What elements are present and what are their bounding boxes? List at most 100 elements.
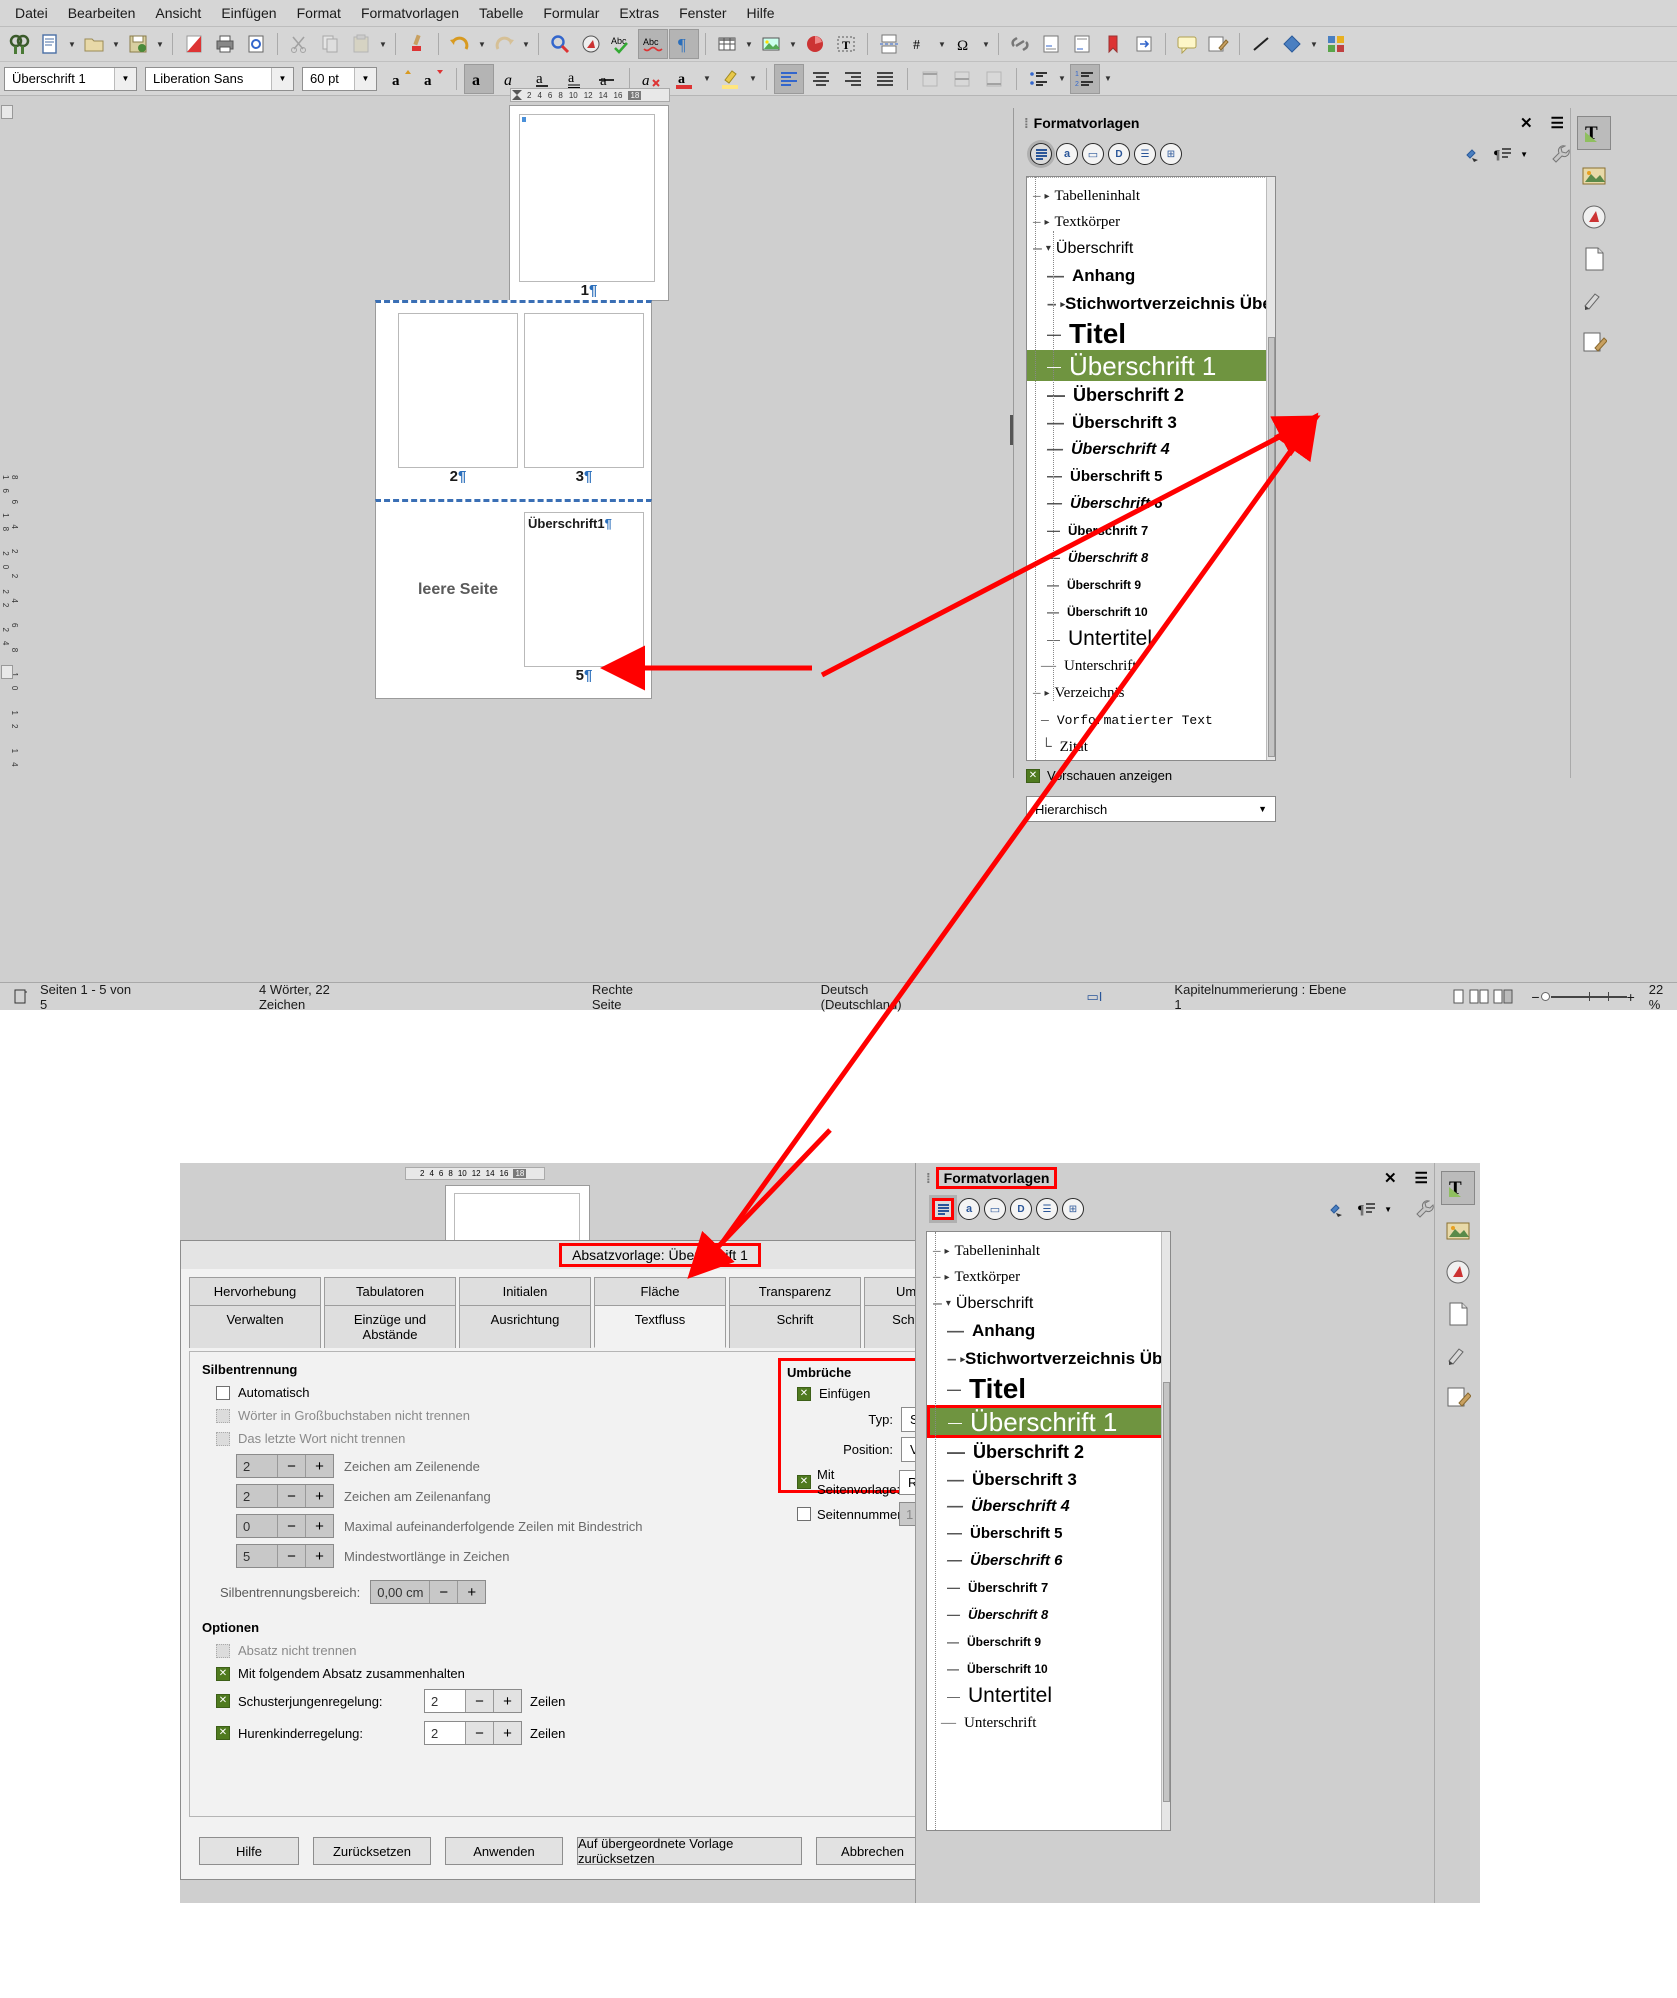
insert-footnote-icon[interactable]	[1036, 29, 1066, 59]
orphan-control-row[interactable]: ✕ Schusterjungenregelung: 2 − + Zeilen	[216, 1689, 762, 1713]
style-item-ueberschrift[interactable]: –▾Überschrift	[927, 1290, 1170, 1317]
show-previews-row[interactable]: ✕ Vorschauen anzeigen	[1026, 768, 1172, 783]
decrement-button[interactable]: −	[429, 1581, 457, 1603]
hyphenation-zone-row[interactable]: Silbentrennungsbereich: 0,00 cm − +	[220, 1580, 762, 1604]
increase-font-size-icon[interactable]: a	[387, 64, 417, 94]
style-item-tabelleninhalt[interactable]: –▸Tabelleninhalt	[1027, 183, 1275, 209]
insert-chart-icon[interactable]	[800, 29, 830, 59]
tab-tabulatoren[interactable]: Tabulatoren	[324, 1277, 456, 1305]
show-previews-checkbox[interactable]: ✕	[1026, 769, 1040, 783]
decrement-button[interactable]: −	[277, 1455, 305, 1477]
sidebar-menu-icon[interactable]: ☰	[1415, 1169, 1428, 1187]
align-center-icon[interactable]	[806, 64, 836, 94]
tab-initialen[interactable]: Initialen	[459, 1277, 591, 1305]
page-styles-icon[interactable]: D	[1108, 143, 1130, 165]
menu-fenster[interactable]: Fenster	[670, 2, 735, 24]
decrement-button[interactable]: −	[277, 1485, 305, 1507]
style-item-anhang[interactable]: —Anhang	[1027, 262, 1275, 290]
style-item-ueberschrift-5[interactable]: —Überschrift 5	[927, 1520, 1170, 1547]
wrench-icon[interactable]	[1414, 1198, 1436, 1220]
paste-dropdown[interactable]: ▼	[377, 29, 389, 59]
menu-einfuegen[interactable]: Einfügen	[212, 2, 285, 24]
basic-shapes-dropdown[interactable]: ▼	[1308, 29, 1320, 59]
paragraph-styles-icon[interactable]	[932, 1198, 954, 1220]
chars-line-end-row[interactable]: 2 − + Zeichen am Zeilenende	[236, 1454, 762, 1478]
print-icon[interactable]	[210, 29, 240, 59]
wrench-icon[interactable]	[1550, 143, 1572, 165]
save-icon[interactable]	[123, 29, 153, 59]
reset-to-parent-button[interactable]: Auf übergeordnete Vorlage zurücksetzen	[577, 1837, 802, 1865]
menu-formular[interactable]: Formular	[534, 2, 608, 24]
chars-line-end-spinner[interactable]: 2 − +	[236, 1454, 334, 1478]
font-size-combobox[interactable]: 60 pt ▼	[302, 67, 377, 91]
tab-transparenz[interactable]: Transparenz	[729, 1277, 861, 1305]
keep-with-next-row[interactable]: ✕ Mit folgendem Absatz zusammenhalten	[216, 1666, 762, 1681]
menu-bearbeiten[interactable]: Bearbeiten	[59, 2, 145, 24]
style-item-verzeichnis[interactable]: –▸Verzeichnis	[1027, 680, 1275, 707]
sidebar-tab-manage-changes[interactable]	[1577, 326, 1611, 360]
automatic-spellcheck-icon[interactable]: Abc	[638, 29, 668, 59]
paste-icon[interactable]	[346, 29, 376, 59]
sidebar-tab-navigator[interactable]	[1577, 200, 1611, 234]
zoom-slider[interactable]: − +	[1531, 989, 1634, 1005]
redo-icon[interactable]	[489, 29, 519, 59]
help-button[interactable]: Hilfe	[199, 1837, 299, 1865]
breaks-with-pagestyle-checkbox[interactable]: ✕	[797, 1475, 811, 1489]
lower-horizontal-ruler[interactable]: 24681012141618	[405, 1167, 545, 1180]
cut-icon[interactable]	[284, 29, 314, 59]
sidebar-grip-icon[interactable]: ⁞	[1024, 115, 1028, 131]
font-color-dropdown[interactable]: ▼	[701, 64, 713, 94]
chevron-right-icon[interactable]: ▸	[945, 1246, 955, 1257]
font-size-dropdown-arrow[interactable]: ▼	[354, 68, 376, 90]
sidebar-menu-icon[interactable]: ☰	[1551, 114, 1564, 132]
character-styles-icon[interactable]: a	[958, 1198, 980, 1220]
sidebar-tab-page[interactable]	[1577, 242, 1611, 276]
hyphenation-automatic-row[interactable]: Automatisch	[216, 1385, 762, 1400]
open-document-icon[interactable]	[79, 29, 109, 59]
insert-image-dropdown[interactable]: ▼	[787, 29, 799, 59]
vruler-marker-bottom[interactable]	[1, 665, 13, 679]
align-bottom-icon[interactable]	[979, 64, 1009, 94]
style-item-tabelleninhalt[interactable]: –▸Tabelleninhalt	[927, 1238, 1170, 1264]
increment-button[interactable]: +	[457, 1581, 485, 1603]
style-item-untertitel[interactable]: —Untertitel	[1027, 625, 1275, 653]
insert-field-dropdown[interactable]: ▼	[936, 29, 948, 59]
chars-line-start-row[interactable]: 2 − + Zeichen am Zeilenanfang	[236, 1484, 762, 1508]
widow-control-spinner[interactable]: 2 − +	[424, 1721, 522, 1745]
style-item-stichwortverzeichnis[interactable]: –▸Stichwortverzeichnis Über	[1027, 290, 1275, 318]
unordered-list-icon[interactable]	[1024, 64, 1054, 94]
menu-tabelle[interactable]: Tabelle	[470, 2, 532, 24]
lower-styles-list-scrollbar-thumb[interactable]	[1163, 1382, 1170, 1802]
sidebar-tab-gallery[interactable]	[1577, 158, 1611, 192]
fill-format-mode-icon[interactable]	[1464, 145, 1484, 163]
style-item-ueberschrift-3[interactable]: —Überschrift 3	[927, 1466, 1170, 1493]
style-item-ueberschrift-8[interactable]: —Überschrift 8	[1027, 544, 1275, 571]
min-word-length-value[interactable]: 5	[237, 1545, 277, 1567]
new-document-icon[interactable]	[35, 29, 65, 59]
clone-formatting-icon[interactable]	[402, 29, 432, 59]
basic-shapes-icon[interactable]	[1277, 29, 1307, 59]
sidebar-tab-gallery[interactable]	[1441, 1213, 1475, 1247]
tab-textfluss[interactable]: Textfluss	[594, 1305, 726, 1348]
export-pdf-icon[interactable]	[179, 29, 209, 59]
decrement-button[interactable]: −	[277, 1515, 305, 1537]
paragraph-styles-icon[interactable]	[1030, 143, 1052, 165]
show-draw-functions-icon[interactable]	[1321, 29, 1351, 59]
style-item-ueberschrift-2[interactable]: —Überschrift 2	[927, 1438, 1170, 1466]
insert-hyperlink-icon[interactable]	[1005, 29, 1035, 59]
insert-textbox-icon[interactable]: T	[831, 29, 861, 59]
insert-table-icon[interactable]	[712, 29, 742, 59]
ordered-list-icon[interactable]: 12	[1070, 64, 1100, 94]
style-item-ueberschrift-5[interactable]: —Überschrift 5	[1027, 463, 1275, 490]
new-style-from-selection-icon[interactable]: ¶	[1494, 146, 1512, 162]
new-style-dropdown-arrow[interactable]: ▼	[1520, 150, 1528, 159]
styles-filter-dropdown[interactable]: Hierarchisch ▼	[1026, 796, 1276, 822]
tab-schrift[interactable]: Schrift	[729, 1305, 861, 1348]
decrement-button[interactable]: −	[465, 1722, 493, 1744]
chevron-right-icon[interactable]: ▸	[1045, 191, 1055, 202]
style-item-titel[interactable]: —Titel	[1027, 318, 1275, 350]
unordered-list-dropdown[interactable]: ▼	[1056, 64, 1068, 94]
ruler-indent-marker[interactable]	[510, 88, 524, 102]
keep-with-next-checkbox[interactable]: ✕	[216, 1667, 230, 1681]
track-changes-icon[interactable]	[1203, 29, 1233, 59]
